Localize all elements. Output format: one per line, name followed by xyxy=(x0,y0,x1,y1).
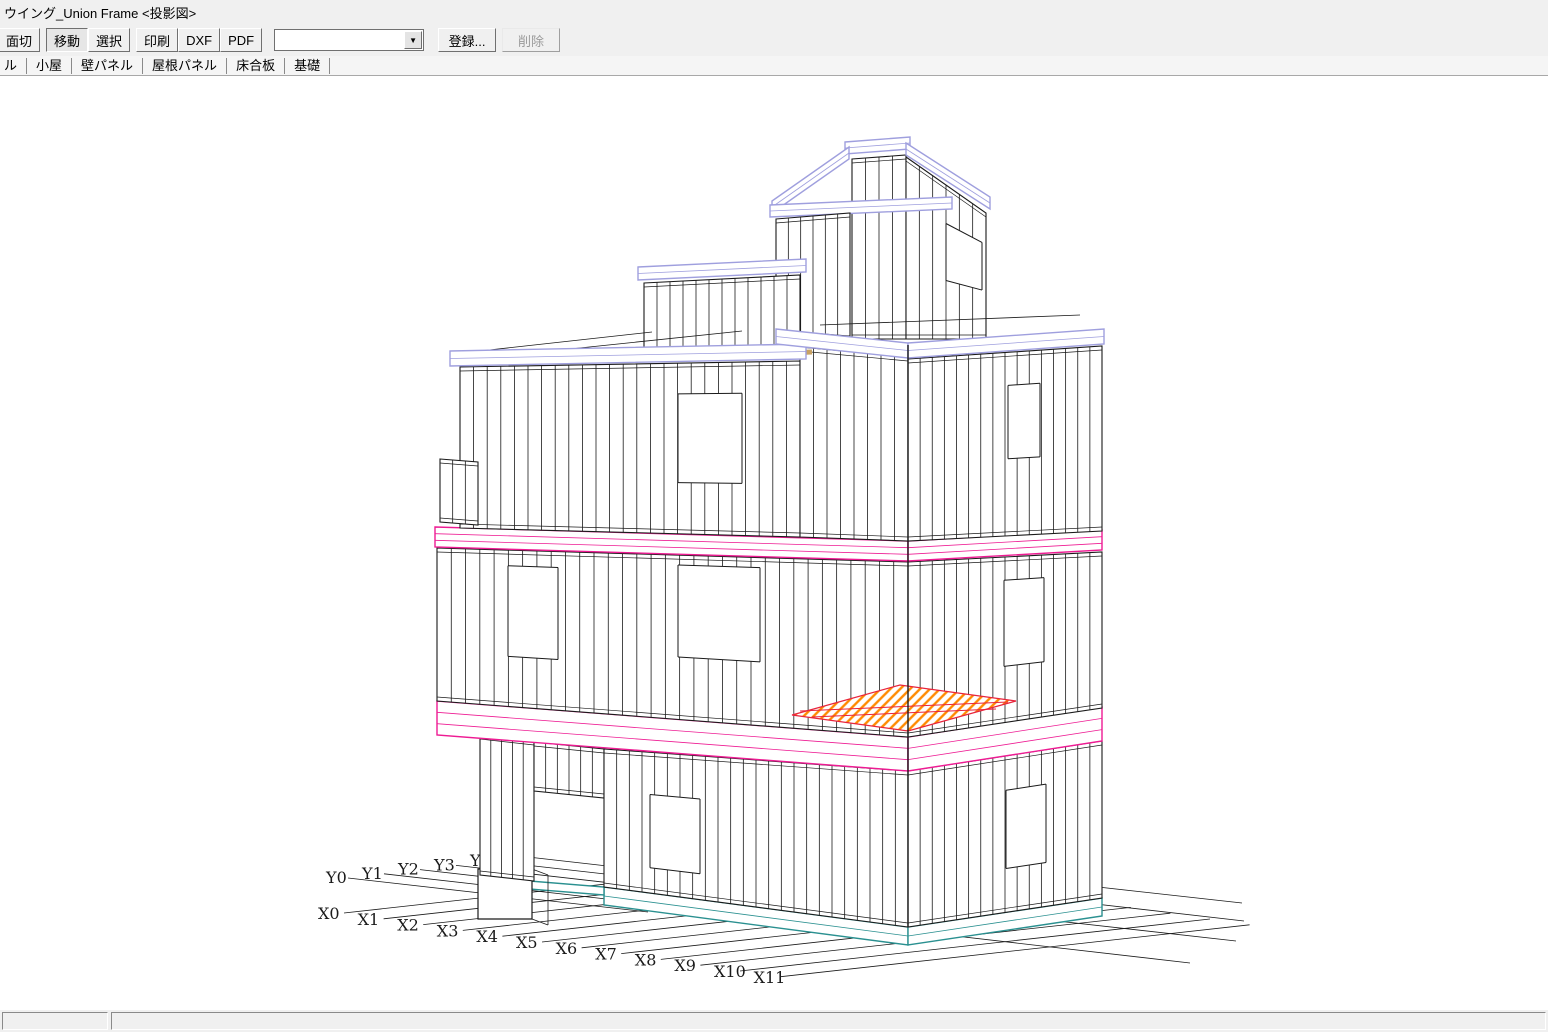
status-cell-left xyxy=(2,1012,108,1030)
pdf-export-button[interactable]: PDF xyxy=(220,28,262,52)
print-button[interactable]: 印刷 xyxy=(136,28,178,52)
delete-button[interactable]: 削除 xyxy=(502,28,560,52)
svg-text:X11: X11 xyxy=(754,968,786,987)
svg-text:X3: X3 xyxy=(437,921,459,940)
tab-kabe-panel[interactable]: 壁パネル xyxy=(72,58,143,74)
tab-strip: ル 小屋 壁パネル 屋根パネル 床合板 基礎 xyxy=(0,56,1548,75)
tab-kiso[interactable]: 基礎 xyxy=(285,58,330,74)
status-bar xyxy=(0,1010,1548,1032)
svg-text:X4: X4 xyxy=(476,927,498,946)
svg-text:X6: X6 xyxy=(556,939,578,958)
select-button[interactable]: 選択 xyxy=(88,28,130,52)
view-select-dropdown[interactable]: ▼ xyxy=(274,29,424,51)
svg-text:Y2: Y2 xyxy=(397,860,419,879)
svg-text:X8: X8 xyxy=(635,950,657,969)
svg-text:Y1: Y1 xyxy=(361,864,383,883)
drawing-canvas[interactable]: X0X1X2X3X4X5X6X7X8X9X10X11Y0Y1Y2Y3Y4Y5 xyxy=(0,75,1548,1010)
svg-text:Y3: Y3 xyxy=(433,855,455,874)
toolbar: 面切 移動 選択 印刷 DXF PDF ▼ 登録... 削除 xyxy=(0,24,1548,56)
svg-text:X9: X9 xyxy=(674,956,696,975)
svg-text:X7: X7 xyxy=(595,945,617,964)
status-cell-main xyxy=(111,1012,1546,1030)
title-bar: ウイング_Union Frame <投影図> xyxy=(0,0,1548,24)
svg-text:Y0: Y0 xyxy=(325,868,347,887)
chevron-down-icon[interactable]: ▼ xyxy=(404,31,422,49)
tab-yuka-gouhan[interactable]: 床合板 xyxy=(227,58,285,74)
dxf-export-button[interactable]: DXF xyxy=(178,28,220,52)
svg-text:X10: X10 xyxy=(714,962,746,981)
projection-view-svg: X0X1X2X3X4X5X6X7X8X9X10X11Y0Y1Y2Y3Y4Y5 xyxy=(0,76,1548,1011)
svg-text:X2: X2 xyxy=(397,916,419,935)
window-title: ウイング_Union Frame <投影図> xyxy=(4,3,196,22)
tab-panel[interactable]: ル xyxy=(0,58,27,74)
svg-text:X5: X5 xyxy=(516,933,538,952)
section-cut-button[interactable]: 面切 xyxy=(0,28,40,52)
move-button[interactable]: 移動 xyxy=(46,28,88,52)
svg-text:X1: X1 xyxy=(358,910,380,929)
tab-koya[interactable]: 小屋 xyxy=(27,58,72,74)
tab-yane-panel[interactable]: 屋根パネル xyxy=(143,58,227,74)
building-wireframe: X0X1X2X3X4X5X6X7X8X9X10X11Y0Y1Y2Y3Y4Y5 xyxy=(318,137,1250,987)
svg-text:X0: X0 xyxy=(318,904,340,923)
register-button[interactable]: 登録... xyxy=(438,28,496,52)
